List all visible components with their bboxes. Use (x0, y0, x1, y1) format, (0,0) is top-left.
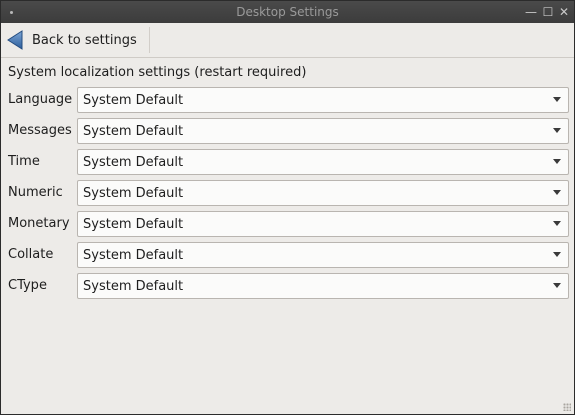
chevron-down-icon (553, 190, 561, 195)
back-to-settings-button[interactable]: Back to settings (7, 27, 150, 53)
collate-combobox[interactable]: System Default (77, 242, 569, 268)
chevron-down-icon (553, 159, 561, 164)
toolbar: Back to settings (1, 23, 574, 58)
back-arrow-icon (7, 30, 23, 50)
monetary-combobox[interactable]: System Default (77, 211, 569, 237)
combobox-value: System Default (83, 279, 184, 294)
window-title: Desktop Settings (236, 5, 339, 19)
locale-row-time: Time System Default (1, 149, 574, 175)
section-title: System localization settings (restart re… (8, 65, 307, 80)
locale-row-collate: Collate System Default (1, 242, 574, 268)
row-label: Time (8, 154, 40, 169)
back-to-settings-label: Back to settings (32, 32, 137, 48)
locale-row-numeric: Numeric System Default (1, 180, 574, 206)
row-label: Numeric (8, 185, 63, 200)
locale-row-ctype: CType System Default (1, 273, 574, 299)
desktop-settings-window: Desktop Settings — ☐ ✕ Back to settings (0, 0, 575, 415)
chevron-down-icon (553, 283, 561, 288)
messages-combobox[interactable]: System Default (77, 118, 569, 144)
row-label: CType (8, 278, 47, 293)
time-combobox[interactable]: System Default (77, 149, 569, 175)
chevron-down-icon (553, 97, 561, 102)
locale-row-messages: Messages System Default (1, 118, 574, 144)
locale-row-language: Language System Default (1, 87, 574, 113)
locale-row-monetary: Monetary System Default (1, 211, 574, 237)
maximize-button[interactable]: ☐ (541, 5, 555, 19)
combobox-value: System Default (83, 124, 184, 139)
chevron-down-icon (553, 128, 561, 133)
combobox-value: System Default (83, 155, 184, 170)
combobox-value: System Default (83, 248, 184, 263)
row-label: Collate (8, 247, 54, 262)
chevron-down-icon (553, 252, 561, 257)
row-label: Monetary (8, 216, 70, 231)
title-bar[interactable]: Desktop Settings — ☐ ✕ (1, 1, 574, 23)
close-button[interactable]: ✕ (557, 5, 571, 19)
row-label: Messages (8, 123, 72, 138)
chevron-down-icon (553, 221, 561, 226)
row-label: Language (8, 92, 73, 107)
combobox-value: System Default (83, 217, 184, 232)
resize-grip-icon[interactable] (563, 403, 571, 411)
combobox-value: System Default (83, 186, 184, 201)
ctype-combobox[interactable]: System Default (77, 273, 569, 299)
numeric-combobox[interactable]: System Default (77, 180, 569, 206)
minimize-button[interactable]: — (524, 5, 538, 19)
combobox-value: System Default (83, 93, 184, 108)
language-combobox[interactable]: System Default (77, 87, 569, 113)
